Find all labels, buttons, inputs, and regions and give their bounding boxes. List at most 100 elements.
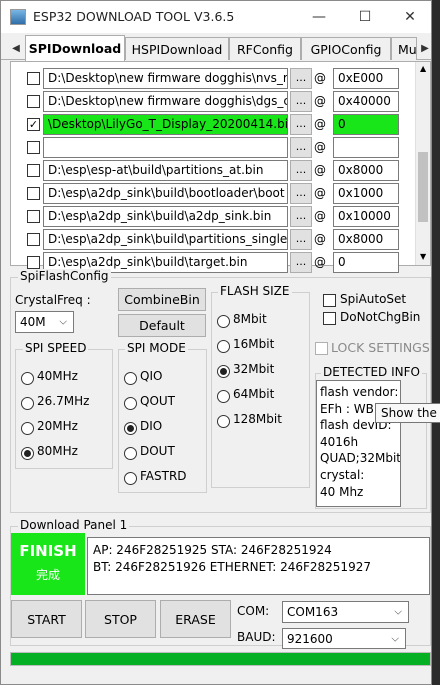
spi-auto-set-checkbox[interactable] (323, 294, 336, 307)
background-desktop (433, 0, 440, 685)
spi-mode-option-radio[interactable] (124, 397, 137, 410)
flash-size-option-radio[interactable] (217, 365, 230, 378)
detected-info-text[interactable]: flash vendor: EFh : WB flash devID: 4016h QU… (316, 380, 401, 507)
flash-address-input[interactable]: 0x40000 (333, 91, 399, 112)
browse-file-button[interactable]: ... (290, 160, 312, 181)
stop-button[interactable]: STOP (85, 600, 156, 638)
spi-mode-option-radio[interactable] (124, 447, 137, 460)
tab-spidownload[interactable]: SPIDownload (25, 35, 125, 61)
flash-size-option-radio[interactable] (217, 340, 230, 353)
chevron-down-icon: ⌵ (59, 316, 67, 328)
flash-size-option-radio[interactable] (217, 415, 230, 428)
file-path-input[interactable]: D:\esp\a2dp_sink\build\partitions_single… (43, 229, 288, 250)
flash-size-title: FLASH SIZE (218, 284, 292, 298)
file-row-checkbox[interactable]: ✓ (27, 118, 40, 131)
do-not-chg-bin-label: DoNotChgBin (340, 310, 421, 324)
file-row-checkbox[interactable] (27, 210, 40, 223)
spi-mode-option-radio[interactable] (124, 472, 137, 485)
spi-mode-option-label: QIO (140, 369, 163, 383)
file-row-checkbox[interactable] (27, 72, 40, 85)
browse-file-button[interactable]: ... (290, 252, 312, 273)
file-row-checkbox[interactable] (27, 164, 40, 177)
detected-info-line: crystal: (320, 467, 365, 482)
detected-info-line: 40 Mhz (320, 484, 364, 499)
file-row-checkbox[interactable] (27, 256, 40, 269)
scroll-down-icon[interactable]: ▼ (420, 252, 426, 261)
lock-settings-label: LOCK SETTINGS (331, 340, 430, 355)
file-path-input[interactable]: D:\Desktop\new firmware dogghis\nvs_re (43, 68, 288, 89)
browse-file-button[interactable]: ... (290, 91, 312, 112)
at-symbol: @ (314, 117, 326, 131)
crystal-freq-select[interactable]: 40M ⌵ (15, 311, 74, 333)
tab-rfconfig[interactable]: RFConfig (229, 37, 301, 60)
tab-more[interactable]: Mu (391, 37, 417, 60)
scroll-thumb[interactable] (418, 152, 428, 222)
browse-file-button[interactable]: ... (290, 137, 312, 158)
close-button[interactable]: ✕ (387, 1, 433, 33)
flash-size-option-label: 16Mbit (233, 337, 275, 351)
chevron-down-icon: ⌵ (394, 606, 402, 618)
flash-size-option-radio[interactable] (217, 390, 230, 403)
maximize-button[interactable]: ☐ (342, 1, 388, 33)
spi-mode-option-label: FASTRD (140, 469, 187, 483)
file-row-checkbox[interactable] (27, 233, 40, 246)
file-path-input[interactable]: D:\Desktop\new firmware dogghis\dgs_c (43, 91, 288, 112)
spi-speed-option-radio[interactable] (21, 397, 34, 410)
file-path-input[interactable]: D:\esp\a2dp_sink\build\a2dp_sink.bin (43, 206, 288, 227)
spi-mode-option-radio[interactable] (124, 372, 137, 385)
at-symbol: @ (314, 209, 326, 223)
file-row-checkbox[interactable] (27, 187, 40, 200)
combine-bin-button[interactable]: CombineBin (118, 288, 206, 311)
do-not-chg-bin-checkbox[interactable] (323, 312, 336, 325)
browse-file-button[interactable]: ... (290, 229, 312, 250)
flash-address-input[interactable]: 0x10000 (333, 206, 399, 227)
browse-file-button[interactable]: ... (290, 114, 312, 135)
flash-address-input[interactable]: 0x1000 (333, 183, 399, 204)
tab-scroll-right-icon[interactable]: ▶ (418, 39, 432, 57)
spi-speed-option-radio[interactable] (21, 372, 34, 385)
file-path-input[interactable]: D:\esp\esp-at\build\partitions_at.bin (43, 160, 288, 181)
erase-button[interactable]: ERASE (160, 600, 231, 638)
at-symbol: @ (314, 71, 326, 85)
start-button[interactable]: START (11, 600, 82, 638)
com-select[interactable]: COM163 ⌵ (282, 601, 409, 623)
flash-address-input[interactable]: 0 (333, 252, 399, 273)
file-row-checkbox[interactable] (27, 141, 40, 154)
at-symbol: @ (314, 140, 326, 154)
scroll-up-icon[interactable]: ▲ (420, 64, 426, 73)
file-path-input[interactable]: D:\esp\a2dp_sink\build\bootloader\boot (43, 183, 288, 204)
flash-size-option-radio[interactable] (217, 315, 230, 328)
file-path-input[interactable] (43, 137, 288, 158)
flash-address-input[interactable]: 0x8000 (333, 160, 399, 181)
spi-speed-option-radio[interactable] (21, 447, 34, 460)
mac-info-text[interactable]: AP: 246F28251925 STA: 246F28251924 BT: 2… (87, 537, 430, 595)
flash-address-input[interactable]: 0xE000 (333, 68, 399, 89)
status-text: FINISH (19, 542, 77, 560)
tab-gpioconfig[interactable]: GPIOConfig (301, 37, 391, 60)
flash-size-option-label: 128Mbit (233, 412, 282, 426)
flash-address-input[interactable] (333, 137, 399, 158)
lock-settings-checkbox[interactable] (315, 342, 328, 355)
tab-hspidownload[interactable]: HSPIDownload (125, 37, 229, 60)
app-icon (10, 9, 26, 25)
at-symbol: @ (314, 94, 326, 108)
spi-mode-option-radio[interactable] (124, 422, 137, 435)
crystal-freq-label: CrystalFreq : (15, 293, 91, 307)
spi-speed-option-radio[interactable] (21, 422, 34, 435)
default-button[interactable]: Default (118, 314, 206, 337)
browse-file-button[interactable]: ... (290, 183, 312, 204)
progress-fill (11, 653, 430, 665)
browse-file-button[interactable]: ... (290, 68, 312, 89)
file-path-input[interactable]: \Desktop\LilyGo_T_Display_20200414.bin (43, 114, 288, 135)
tab-scroll-left-icon[interactable]: ◀ (9, 39, 23, 57)
file-row-checkbox[interactable] (27, 95, 40, 108)
flash-address-input[interactable]: 0x8000 (333, 229, 399, 250)
file-list-scrollbar[interactable]: ▲ ▼ (415, 62, 430, 265)
baud-select[interactable]: 921600 ⌵ (282, 628, 406, 649)
detected-info-line: 4016h (320, 434, 359, 449)
flash-address-input[interactable]: 0 (333, 114, 399, 135)
minimize-button[interactable]: — (296, 1, 342, 33)
title-bar: ESP32 DOWNLOAD TOOL V3.6.5 — ☐ ✕ (1, 1, 431, 33)
window-title: ESP32 DOWNLOAD TOOL V3.6.5 (33, 9, 235, 24)
browse-file-button[interactable]: ... (290, 206, 312, 227)
